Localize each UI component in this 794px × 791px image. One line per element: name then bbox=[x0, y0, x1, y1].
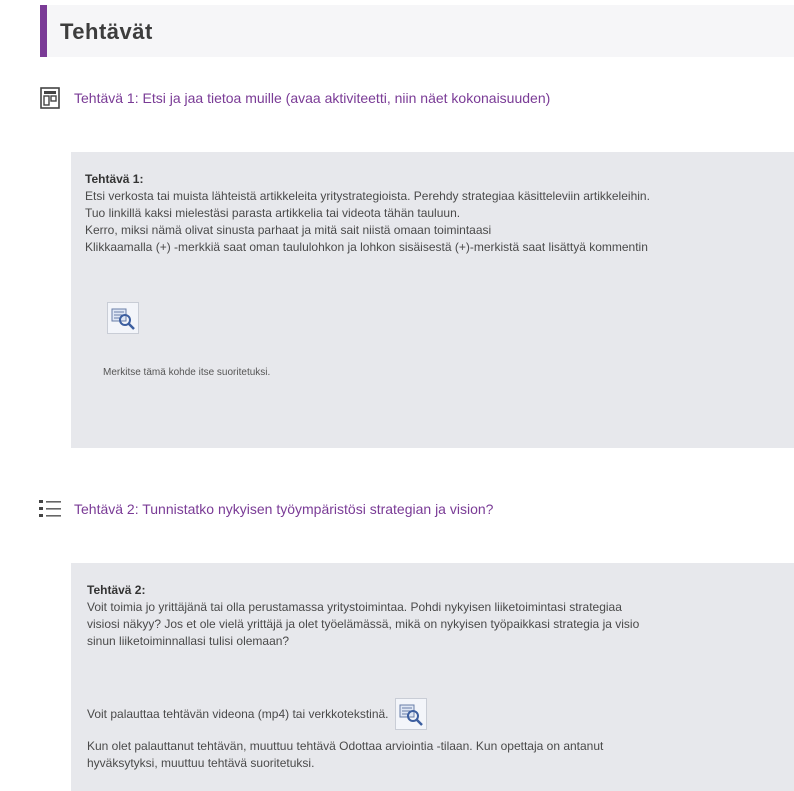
description-line: visiosi näkyy? Jos et ole vielä yrittäjä… bbox=[87, 617, 640, 631]
activity-link-tehtava-1[interactable]: Tehtävä 1: Etsi ja jaa tietoa muille (av… bbox=[38, 86, 550, 110]
activity-link-tehtava-2[interactable]: Tehtävä 2: Tunnistatko nykyisen työympär… bbox=[38, 497, 493, 521]
description-line: Tuo linkillä kaksi mielestäsi parasta ar… bbox=[85, 206, 461, 220]
activity-description-2: Tehtävä 2: Voit toimia jo yrittäjänä tai… bbox=[71, 563, 794, 791]
description-title: Tehtävä 1: bbox=[85, 172, 144, 186]
return-text: Voit palauttaa tehtävän videona (mp4) ta… bbox=[87, 706, 389, 721]
course-page: Tehtävät Tehtävä 1: Etsi ja jaa tietoa m… bbox=[0, 0, 794, 791]
search-document-icon[interactable] bbox=[394, 698, 427, 730]
description-line: Kerro, miksi nämä olivat sinusta parhaat… bbox=[85, 223, 492, 237]
activity-description-1: Tehtävä 1: Etsi verkosta tai muista läht… bbox=[71, 152, 794, 448]
return-row: Voit palauttaa tehtävän videona (mp4) ta… bbox=[87, 698, 427, 730]
section-title: Tehtävät bbox=[60, 19, 153, 44]
description-line: Voit toimia jo yrittäjänä tai olla perus… bbox=[87, 600, 622, 614]
section-header: Tehtävät bbox=[40, 5, 794, 57]
description-line: Etsi verkosta tai muista lähteistä artik… bbox=[85, 189, 650, 203]
board-icon bbox=[38, 86, 62, 110]
status-info-line: Kun olet palauttanut tehtävän, muuttuu t… bbox=[87, 739, 604, 753]
description-title: Tehtävä 2: bbox=[87, 583, 146, 597]
list-icon bbox=[38, 497, 62, 521]
description-line: sinun liiketoiminnallasi tulisi olemaan? bbox=[87, 634, 290, 648]
completion-thumbnail[interactable] bbox=[107, 302, 139, 334]
description-line: Klikkaamalla (+) -merkkiä saat oman taul… bbox=[85, 240, 648, 254]
completion-note: Merkitse tämä kohde itse suoritetuksi. bbox=[103, 367, 271, 378]
activity-label: Tehtävä 2: Tunnistatko nykyisen työympär… bbox=[74, 501, 494, 517]
status-info-line: hyväksytyksi, muuttuu tehtävä suoritetuk… bbox=[87, 756, 315, 770]
search-document-icon bbox=[107, 302, 139, 334]
activity-label: Tehtävä 1: Etsi ja jaa tietoa muille (av… bbox=[74, 90, 551, 106]
section-accent-bar bbox=[40, 5, 47, 57]
